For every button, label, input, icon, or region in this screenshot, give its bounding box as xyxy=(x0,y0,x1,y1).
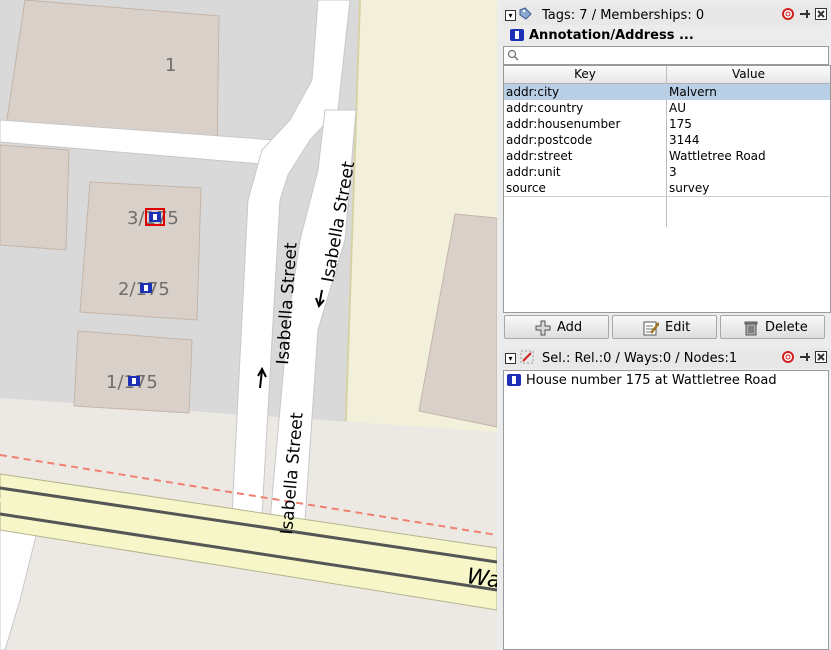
tag-key: addr:housenumber xyxy=(506,117,621,131)
dock-icon[interactable] xyxy=(799,351,811,363)
tag-search-field[interactable] xyxy=(503,46,829,65)
building xyxy=(0,144,70,251)
tags-icon xyxy=(519,7,532,20)
dock-icon[interactable] xyxy=(799,8,811,20)
tag-row[interactable]: addr:street Wattletree Road xyxy=(504,148,830,164)
map-view[interactable]: 1 3/175 2/175 1/175 Isabella Street Isab… xyxy=(0,0,497,650)
tags-button-bar: Add Edit Delete xyxy=(502,313,831,341)
tag-row[interactable]: source survey xyxy=(504,180,830,196)
map-canvas[interactable]: 1 3/175 2/175 1/175 Isabella Street Isab… xyxy=(0,0,497,650)
selection-icon xyxy=(520,350,534,364)
add-label: Add xyxy=(557,320,583,335)
tag-value: Malvern xyxy=(669,85,717,99)
address-preset-icon xyxy=(510,29,524,41)
delete-tag-button[interactable]: Delete xyxy=(720,315,825,339)
tag-value: 175 xyxy=(669,117,692,131)
building-label: 1 xyxy=(165,55,176,76)
road-label: Wa xyxy=(465,564,497,593)
close-icon[interactable] xyxy=(815,351,827,363)
tag-search-input[interactable] xyxy=(522,47,822,62)
side-panel: ▾ Tags: 7 / Memberships: 0 Annotation/Ad… xyxy=(502,0,831,650)
edit-tag-button[interactable]: Edit xyxy=(612,315,717,339)
help-lifebuoy-icon[interactable] xyxy=(782,351,794,363)
tag-key: addr:postcode xyxy=(506,133,593,147)
trash-icon xyxy=(744,321,758,336)
tag-row[interactable]: addr:housenumber 175 xyxy=(504,116,830,132)
preset-name: Annotation/Address ... xyxy=(529,28,694,43)
address-node-icon xyxy=(507,374,521,386)
address-node[interactable] xyxy=(140,283,152,293)
tag-row[interactable]: addr:country AU xyxy=(504,100,830,116)
selection-item-label: House number 175 at Wattletree Road xyxy=(526,373,777,388)
tag-key: addr:country xyxy=(506,101,584,115)
selection-panel-title: Sel.: Rel.:0 / Ways:0 / Nodes:1 xyxy=(542,351,738,366)
add-tag-button[interactable]: Add xyxy=(504,315,609,339)
collapse-toggle-icon[interactable]: ▾ xyxy=(505,353,516,364)
tag-row[interactable]: addr:postcode 3144 xyxy=(504,132,830,148)
selection-panel-titlebar: ▾ Sel.: Rel.:0 / Ways:0 / Nodes:1 xyxy=(502,348,831,368)
tags-panel-title: Tags: 7 / Memberships: 0 xyxy=(542,8,705,23)
tag-value: survey xyxy=(669,181,710,195)
delete-label: Delete xyxy=(765,320,808,335)
edit-label: Edit xyxy=(665,320,691,335)
tag-key: addr:unit xyxy=(506,165,561,179)
search-icon xyxy=(507,49,519,61)
help-lifebuoy-icon[interactable] xyxy=(782,8,794,20)
plus-icon xyxy=(535,320,551,336)
selection-list-item[interactable]: House number 175 at Wattletree Road xyxy=(504,372,828,389)
tags-panel-titlebar: ▾ Tags: 7 / Memberships: 0 xyxy=(502,5,831,25)
selection-list: House number 175 at Wattletree Road xyxy=(503,370,829,650)
value-column-header[interactable]: Value xyxy=(667,67,830,81)
tag-row[interactable]: addr:unit 3 xyxy=(504,164,830,180)
preset-row[interactable]: Annotation/Address ... xyxy=(502,27,831,45)
edit-icon xyxy=(643,321,659,336)
tag-row[interactable]: addr:city Malvern xyxy=(504,84,830,100)
tag-key: addr:city xyxy=(506,85,560,99)
tag-key: source xyxy=(506,181,546,195)
tag-key: addr:street xyxy=(506,149,573,163)
tags-table-header: Key Value xyxy=(504,66,830,84)
tag-value: Wattletree Road xyxy=(669,149,766,163)
collapse-toggle-icon[interactable]: ▾ xyxy=(505,10,516,21)
tag-value: 3144 xyxy=(669,133,700,147)
tags-table: Key Value addr:city Malvern addr:country… xyxy=(503,65,831,313)
address-node[interactable] xyxy=(128,376,140,386)
close-icon[interactable] xyxy=(815,8,827,20)
tag-value: 3 xyxy=(669,165,677,179)
tag-value: AU xyxy=(669,101,686,115)
key-column-header[interactable]: Key xyxy=(504,67,666,81)
